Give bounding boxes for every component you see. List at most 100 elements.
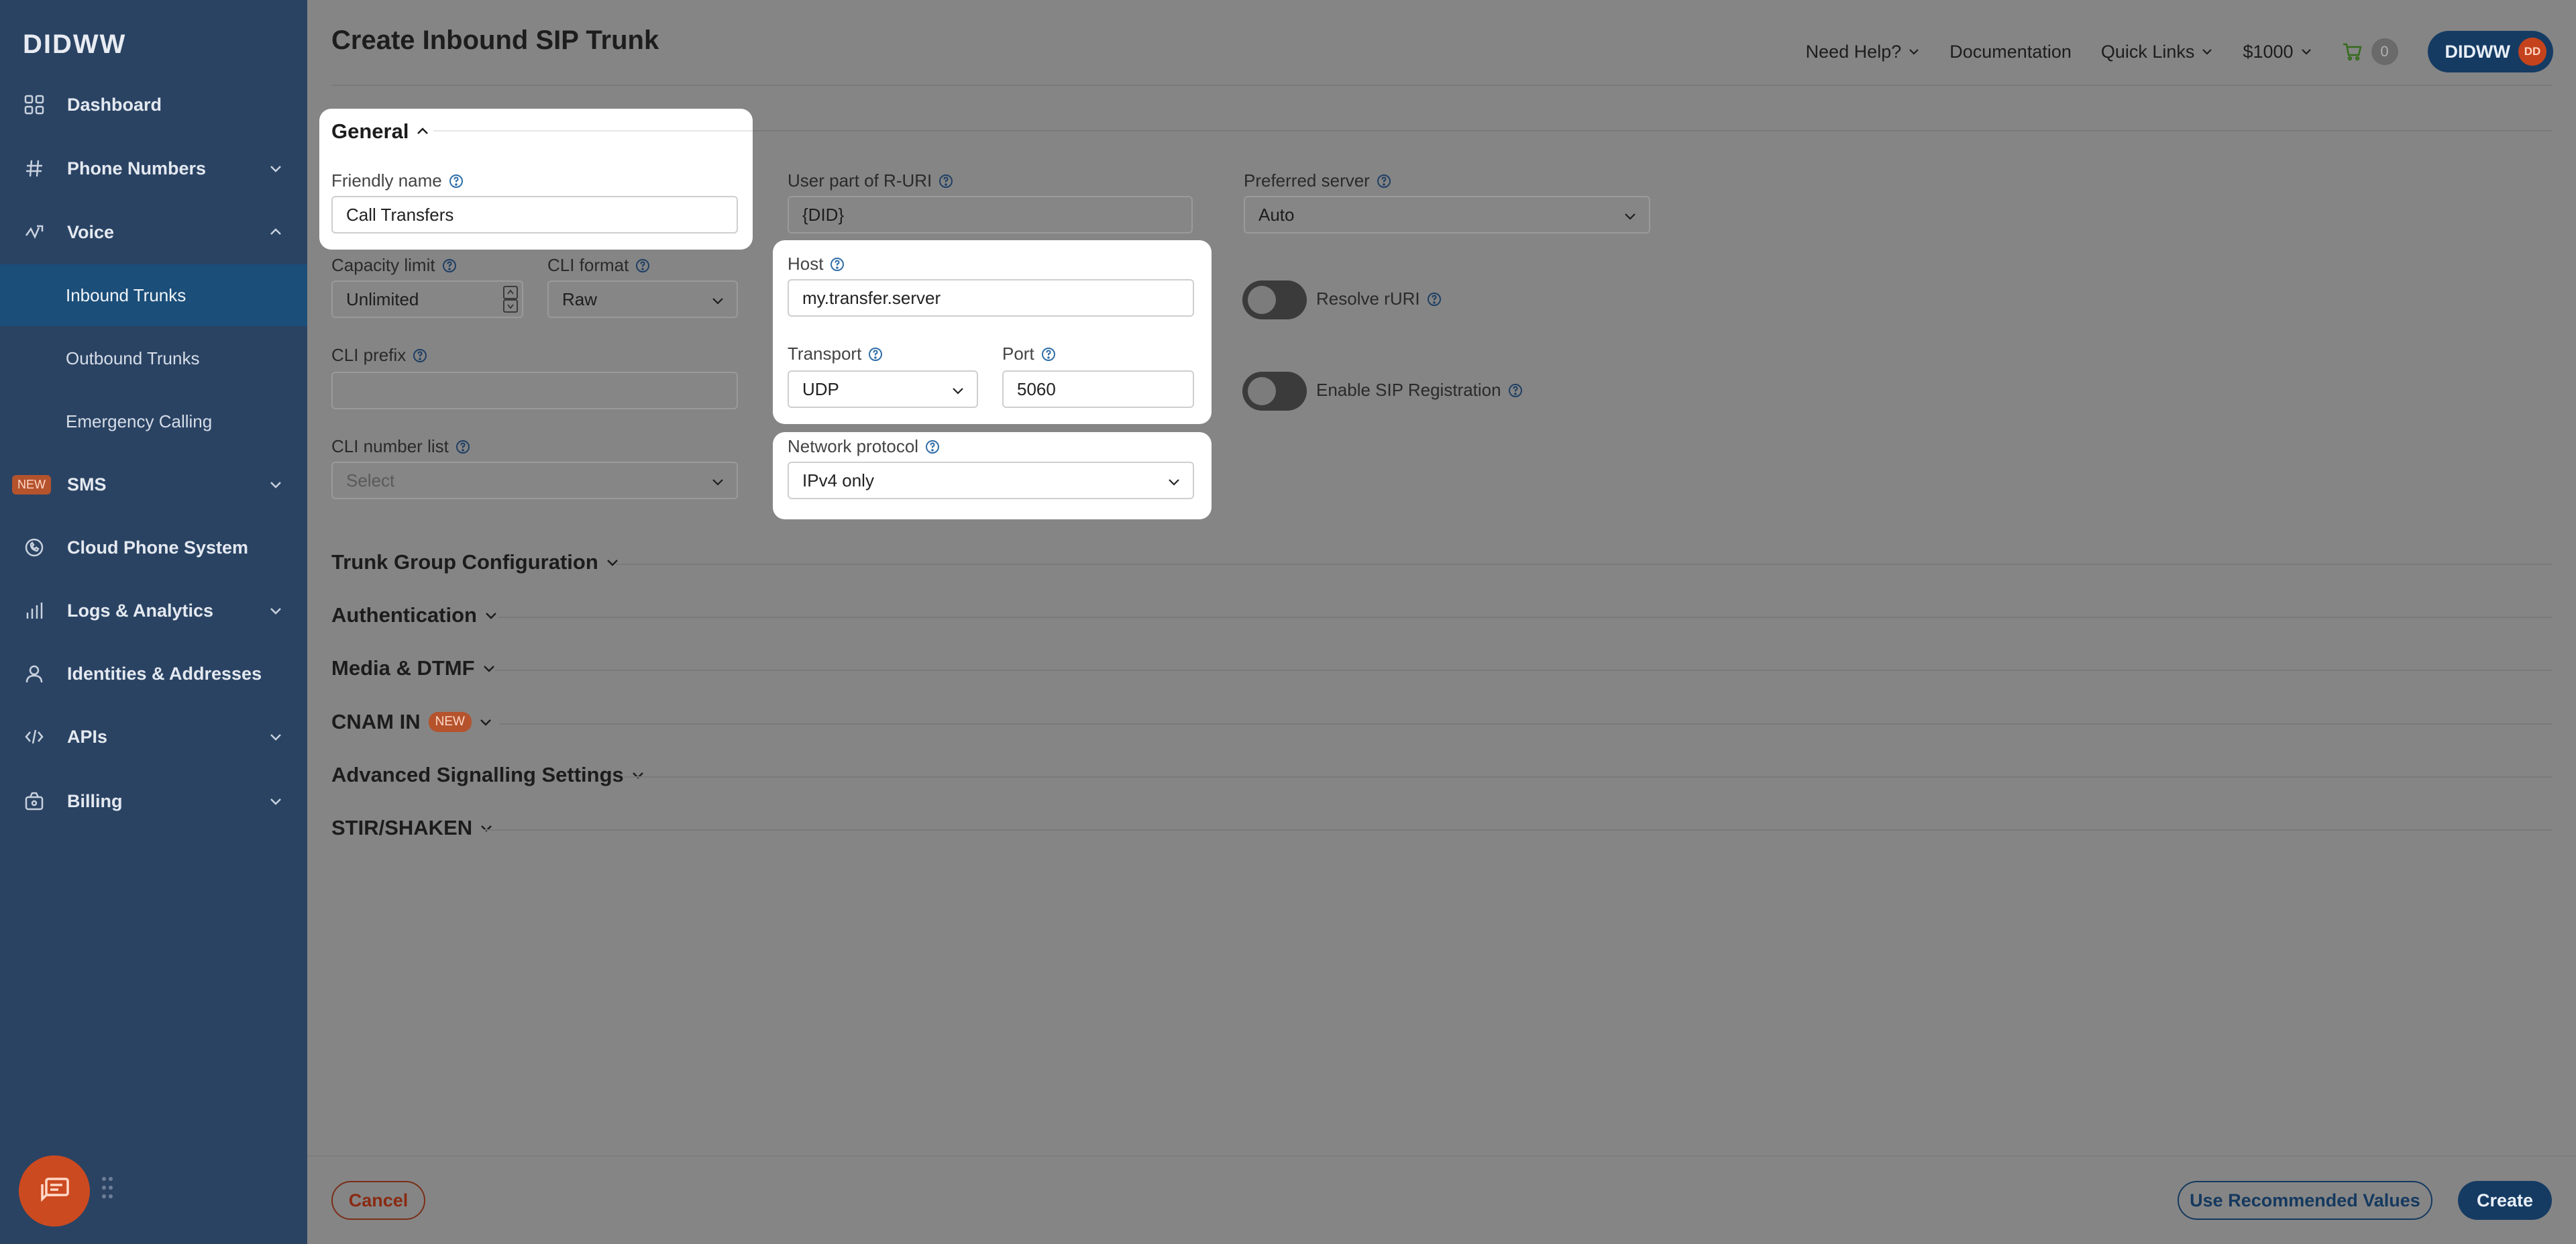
help-icon[interactable] — [868, 347, 883, 362]
cancel-button[interactable]: Cancel — [331, 1181, 425, 1220]
sidebar-item-label: Dashboard — [67, 94, 162, 115]
sidebar-item-label: APIs — [67, 726, 108, 747]
sidebar-item-label: Phone Numbers — [67, 158, 207, 178]
help-icon[interactable] — [413, 348, 427, 363]
divider — [624, 776, 2552, 778]
documentation-label: Documentation — [1949, 41, 2072, 62]
capacity-limit-input[interactable]: Unlimited — [331, 280, 523, 318]
section-trunk-group-configuration[interactable]: Trunk Group Configuration — [331, 550, 620, 574]
friendly-name-label: Friendly name — [331, 170, 464, 191]
help-icon[interactable] — [455, 439, 470, 454]
section-general[interactable]: General — [331, 119, 430, 144]
balance-label: $1000 — [2243, 41, 2294, 62]
sidebar-item-emergency-calling[interactable]: Emergency Calling — [0, 391, 307, 452]
divider — [433, 130, 753, 132]
sidebar-item-label: Logs & Analytics — [67, 600, 214, 621]
chevron-down-icon — [486, 613, 496, 619]
help-icon[interactable] — [1508, 383, 1523, 398]
preferred-server-select[interactable]: Auto — [1244, 196, 1650, 234]
select-value: Auto — [1258, 204, 1295, 225]
code-icon — [23, 725, 46, 748]
drag-handle-icon[interactable] — [101, 1176, 114, 1200]
sidebar-item-label: Billing — [67, 790, 123, 811]
section-authentication[interactable]: Authentication — [331, 603, 498, 627]
help-icon[interactable] — [1377, 174, 1391, 189]
divider — [462, 130, 2552, 132]
chevron-down-icon — [632, 772, 643, 779]
sidebar-item-billing[interactable]: Billing — [0, 770, 307, 832]
help-icon[interactable] — [1041, 347, 1056, 362]
cart-button[interactable]: 0 — [2342, 38, 2398, 65]
sidebar-item-identities-addresses[interactable]: Identities & Addresses — [0, 643, 307, 705]
stepper-icon[interactable] — [503, 286, 518, 313]
section-title: Advanced Signalling Settings — [331, 763, 624, 786]
quick-links-label: Quick Links — [2100, 41, 2195, 62]
cli-prefix-input[interactable] — [331, 372, 738, 409]
host-input[interactable]: my.transfer.server — [788, 279, 1194, 317]
help-icon[interactable] — [938, 174, 953, 189]
transport-select[interactable]: UDP — [788, 370, 978, 408]
sidebar-item-voice[interactable]: Voice — [0, 201, 307, 263]
cli-number-list-select[interactable]: Select — [331, 462, 738, 499]
section-cnam-in[interactable]: CNAM IN NEW — [331, 710, 493, 734]
chevron-up-icon — [417, 127, 429, 134]
label-text: Network protocol — [788, 436, 919, 456]
balance-menu[interactable]: $1000 — [2243, 42, 2312, 62]
sidebar-item-label: Voice — [67, 221, 115, 242]
sidebar-item-apis[interactable]: APIs — [0, 706, 307, 768]
user-menu[interactable]: DIDWW DD — [2427, 31, 2553, 72]
enable-sip-registration-toggle[interactable] — [1242, 372, 1307, 411]
highlight-card-network-protocol: Network protocol IPv4 only — [773, 432, 1212, 519]
chevron-down-icon — [2202, 49, 2212, 55]
chevron-down-icon — [1909, 49, 1919, 55]
sidebar-item-logs-analytics[interactable]: Logs & Analytics — [0, 580, 307, 641]
divider — [498, 617, 2552, 618]
chat-button[interactable] — [19, 1155, 90, 1227]
section-title: Authentication — [331, 603, 477, 627]
sidebar-item-cloud-phone-system[interactable]: Cloud Phone System — [0, 517, 307, 578]
sidebar-item-phone-numbers[interactable]: Phone Numbers — [0, 138, 307, 199]
cli-format-select[interactable]: Raw — [547, 280, 738, 318]
sidebar-item-label: Identities & Addresses — [67, 663, 262, 684]
chevron-down-icon — [1169, 479, 1179, 486]
section-advanced-signalling[interactable]: Advanced Signalling Settings — [331, 763, 645, 787]
section-title: General — [331, 119, 409, 143]
create-button[interactable]: Create — [2458, 1181, 2552, 1220]
help-icon[interactable] — [830, 257, 845, 272]
quick-links-menu[interactable]: Quick Links — [2101, 42, 2214, 62]
footer-divider — [307, 1155, 2576, 1157]
help-icon[interactable] — [1427, 292, 1442, 307]
input-value: {DID} — [802, 204, 845, 225]
help-icon[interactable] — [925, 439, 940, 454]
need-help-menu[interactable]: Need Help? — [1806, 42, 1921, 62]
friendly-name-input[interactable]: Call Transfers — [331, 196, 738, 234]
bar-chart-icon — [23, 599, 46, 622]
section-media-dtmf[interactable]: Media & DTMF — [331, 656, 496, 680]
section-title: Media & DTMF — [331, 656, 475, 680]
use-recommended-values-button[interactable]: Use Recommended Values — [2178, 1181, 2432, 1220]
help-icon[interactable] — [635, 258, 650, 273]
logo[interactable]: DIDWW — [23, 30, 126, 60]
wallet-icon — [23, 790, 46, 813]
voice-icon — [23, 221, 46, 244]
sidebar-item-outbound-trunks[interactable]: Outbound Trunks — [0, 327, 307, 389]
label-text: Resolve rURI — [1316, 289, 1420, 309]
sidebar-item-sms[interactable]: NEW SMS — [0, 454, 307, 515]
new-badge: NEW — [12, 474, 51, 495]
network-protocol-select[interactable]: IPv4 only — [788, 462, 1194, 499]
chevron-down-icon — [953, 388, 963, 395]
sidebar-item-dashboard[interactable]: Dashboard — [0, 74, 307, 136]
help-icon[interactable] — [449, 174, 464, 189]
input-value: Unlimited — [346, 289, 419, 309]
port-input[interactable]: 5060 — [1002, 370, 1194, 408]
user-part-input[interactable]: {DID} — [788, 196, 1193, 234]
help-icon[interactable] — [442, 258, 457, 273]
sidebar-item-inbound-trunks[interactable]: Inbound Trunks — [0, 264, 307, 326]
chevron-down-icon — [270, 166, 281, 172]
chevron-down-icon — [270, 482, 281, 488]
input-value: 5060 — [1017, 378, 1056, 399]
chevron-down-icon — [712, 479, 723, 486]
documentation-link[interactable]: Documentation — [1949, 42, 2072, 62]
section-stir-shaken[interactable]: STIR/SHAKEN — [331, 816, 494, 840]
resolve-ruri-toggle[interactable] — [1242, 280, 1307, 319]
